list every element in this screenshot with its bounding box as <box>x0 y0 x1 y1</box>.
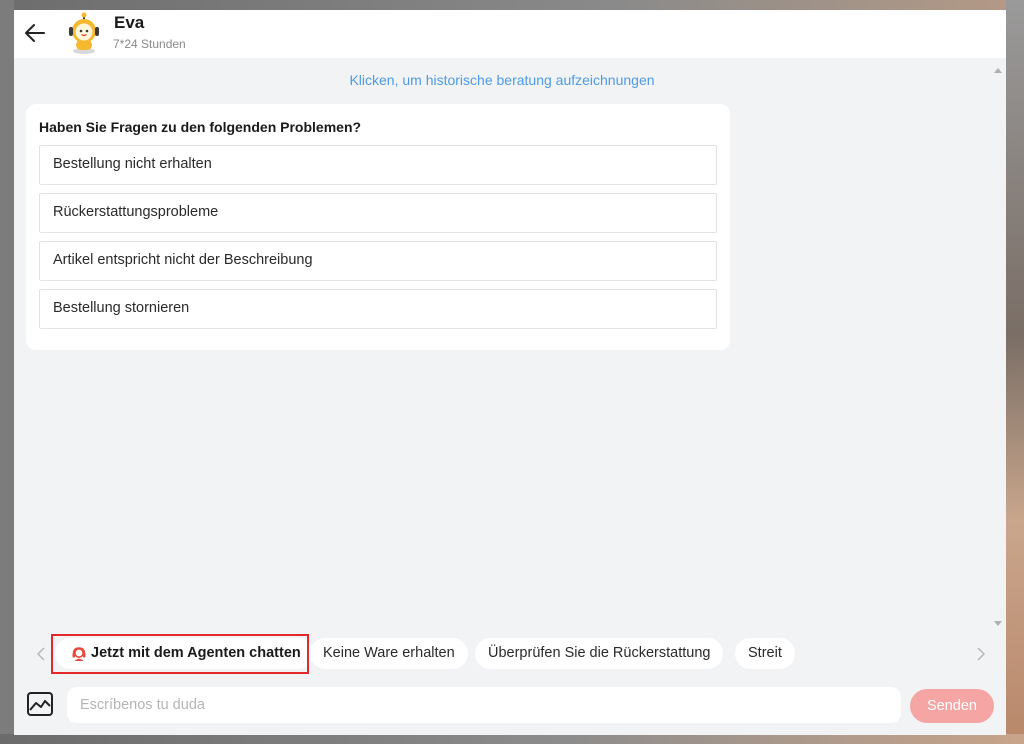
faq-item[interactable]: Bestellung nicht erhalten <box>39 145 717 185</box>
send-button[interactable]: Senden <box>910 689 994 723</box>
scrollbar[interactable] <box>990 58 1006 628</box>
scroll-down-arrow-icon[interactable] <box>994 621 1002 626</box>
chat-window: Eva 7*24 Stunden Klicken, um historische… <box>14 10 1006 735</box>
agent-availability: 7*24 Stunden <box>113 37 186 51</box>
robot-avatar-icon <box>69 12 99 54</box>
chat-header: Eva 7*24 Stunden <box>14 10 1006 58</box>
quick-reply-no-goods[interactable]: Keine Ware erhalten <box>310 638 468 669</box>
scroll-up-arrow-icon[interactable] <box>994 68 1002 73</box>
image-upload-button[interactable] <box>26 691 56 719</box>
chat-with-agent-label: Jetzt mit dem Agenten chatten <box>91 645 301 661</box>
chevron-right-icon <box>977 647 986 661</box>
faq-card: Haben Sie Fragen zu den folgenden Proble… <box>26 104 730 350</box>
quick-reply-prev-button[interactable] <box>32 645 50 663</box>
message-input[interactable] <box>67 687 901 723</box>
agent-name: Eva <box>114 13 145 32</box>
image-icon <box>27 692 53 716</box>
back-button[interactable] <box>22 20 48 46</box>
quick-reply-bar: Jetzt mit dem Agenten chatten Keine Ware… <box>14 634 1006 674</box>
quick-reply-check-refund[interactable]: Überprüfen Sie die Rückerstattung <box>475 638 724 669</box>
background-left <box>0 0 14 744</box>
quick-reply-dispute[interactable]: Streit <box>735 638 795 669</box>
headset-agent-icon <box>72 646 86 661</box>
chevron-left-icon <box>36 647 45 661</box>
background-bottom <box>0 734 1024 744</box>
faq-item[interactable]: Rückerstattungsprobleme <box>39 193 717 233</box>
arrow-left-icon <box>25 24 45 42</box>
history-link[interactable]: Klicken, um historische beratung aufzeic… <box>14 72 990 88</box>
composer: Senden <box>14 684 1006 726</box>
quick-reply-next-button[interactable] <box>972 645 990 663</box>
faq-item[interactable]: Bestellung stornieren <box>39 289 717 329</box>
background-right <box>1006 0 1024 744</box>
faq-item[interactable]: Artikel entspricht nicht der Beschreibun… <box>39 241 717 281</box>
chat-with-agent-button[interactable]: Jetzt mit dem Agenten chatten <box>55 638 314 669</box>
faq-title: Haben Sie Fragen zu den folgenden Proble… <box>39 119 362 135</box>
avatar <box>64 12 104 54</box>
